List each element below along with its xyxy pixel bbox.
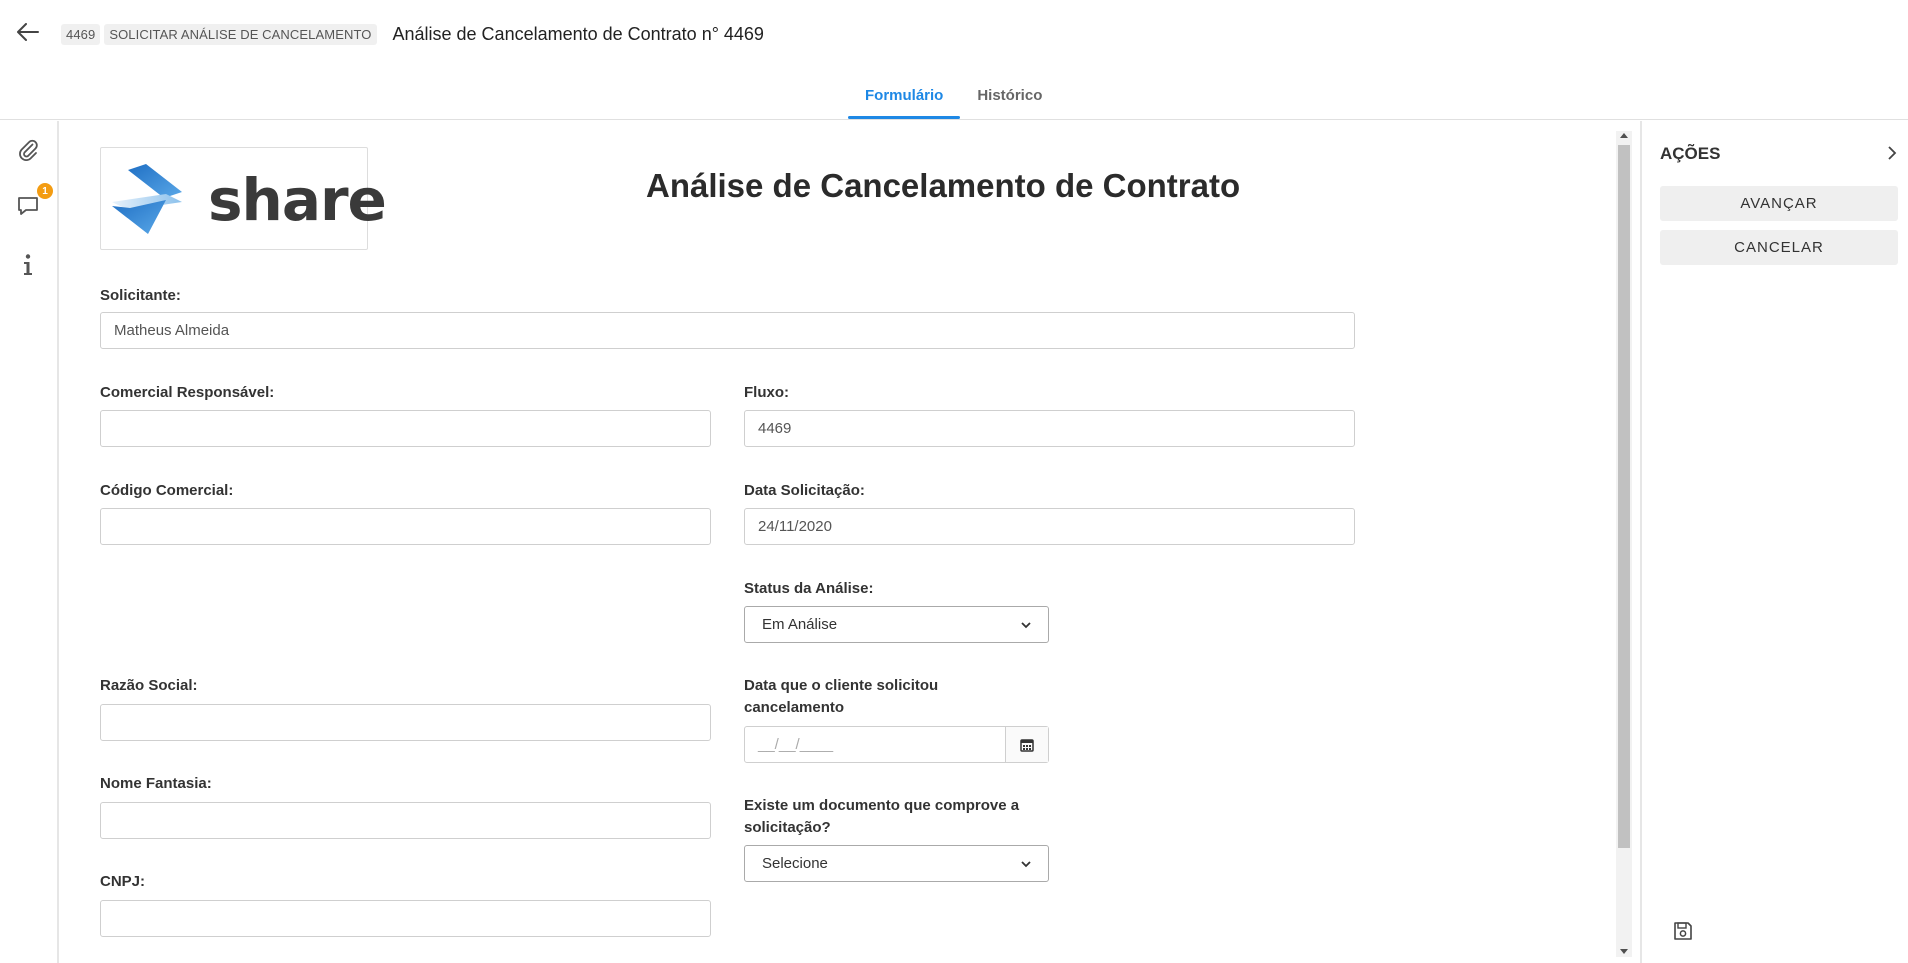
comercial-responsavel-label: Comercial Responsável: <box>100 384 275 401</box>
data-cliente-input[interactable]: __/__/____ <box>745 727 1005 762</box>
documento-label-line2: solicitação? <box>744 819 831 836</box>
codigo-comercial-input[interactable] <box>100 508 711 545</box>
tab-bar: Formulário Histórico <box>848 78 1059 119</box>
solicitante-input[interactable]: Matheus Almeida <box>100 312 1355 349</box>
data-solicitacao-label: Data Solicitação: <box>744 482 865 499</box>
scroll-up-arrow-icon[interactable] <box>1620 133 1628 138</box>
documento-select[interactable]: Selecione <box>744 845 1049 882</box>
company-logo: share <box>100 147 387 250</box>
form-title: Análise de Cancelamento de Contrato <box>646 167 1241 204</box>
advance-button[interactable]: AVANÇAR <box>1660 186 1898 221</box>
info-icon[interactable] <box>15 252 41 278</box>
status-analise-value: Em Análise <box>762 616 838 633</box>
breadcrumb-id-chip: 4469 <box>61 24 101 45</box>
fluxo-label: Fluxo: <box>744 384 789 401</box>
razao-social-label: Razão Social: <box>100 677 198 694</box>
breadcrumb-task-chip: SOLICITAR ANÁLISE DE CANCELAMENTO <box>104 24 377 45</box>
cnpj-label: CNPJ: <box>100 873 146 890</box>
chevron-right-icon[interactable] <box>1880 141 1904 165</box>
scrollbar[interactable] <box>1616 131 1632 957</box>
data-cliente-label-line2: cancelamento <box>744 699 845 716</box>
data-solicitacao-input[interactable]: 24/11/2020 <box>744 508 1355 545</box>
paperclip-icon[interactable] <box>15 137 41 163</box>
chevron-down-icon <box>1021 860 1031 867</box>
logo-text: share <box>208 166 387 234</box>
data-cliente-datepicker: __/__/____ <box>744 726 1049 763</box>
status-analise-select[interactable]: Em Análise <box>744 606 1049 643</box>
razao-social-input[interactable] <box>100 704 711 741</box>
data-cliente-label-line1: Data que o cliente solicitou <box>744 677 939 694</box>
status-analise-label: Status da Análise: <box>744 580 874 597</box>
comment-icon[interactable]: 1 <box>15 183 53 219</box>
left-sidebar: 1 <box>0 121 59 963</box>
codigo-comercial-label: Código Comercial: <box>100 482 234 499</box>
documento-label-line1: Existe um documento que comprove a <box>744 797 1020 814</box>
fluxo-input[interactable]: 4469 <box>744 410 1355 447</box>
cancel-button[interactable]: CANCELAR <box>1660 230 1898 265</box>
actions-title: AÇÕES <box>1660 144 1721 163</box>
comment-count-badge: 1 <box>37 183 53 199</box>
back-arrow-icon[interactable] <box>14 18 42 46</box>
cnpj-input[interactable] <box>100 900 711 937</box>
scroll-down-arrow-icon[interactable] <box>1620 949 1628 954</box>
page-title: Análise de Cancelamento de Contrato n° 4… <box>392 24 764 44</box>
save-icon[interactable] <box>1670 918 1696 944</box>
tab-formulario[interactable]: Formulário <box>848 78 961 119</box>
nome-fantasia-input[interactable] <box>100 802 711 839</box>
scrollbar-thumb[interactable] <box>1618 145 1630 848</box>
documento-select-value: Selecione <box>762 855 828 872</box>
nome-fantasia-label: Nome Fantasia: <box>100 775 212 792</box>
logo-mark-icon <box>112 164 182 234</box>
top-bar: 4469 SOLICITAR ANÁLISE DE CANCELAMENTO A… <box>0 0 1908 120</box>
breadcrumb: 4469 SOLICITAR ANÁLISE DE CANCELAMENTO A… <box>61 24 764 45</box>
tab-historico[interactable]: Histórico <box>960 78 1059 118</box>
calendar-icon[interactable] <box>1005 727 1048 762</box>
comercial-responsavel-input[interactable] <box>100 410 711 447</box>
chevron-down-icon <box>1021 621 1031 628</box>
solicitante-label: Solicitante: <box>100 287 181 304</box>
actions-panel: AÇÕES AVANÇAR CANCELAR <box>1640 121 1908 963</box>
